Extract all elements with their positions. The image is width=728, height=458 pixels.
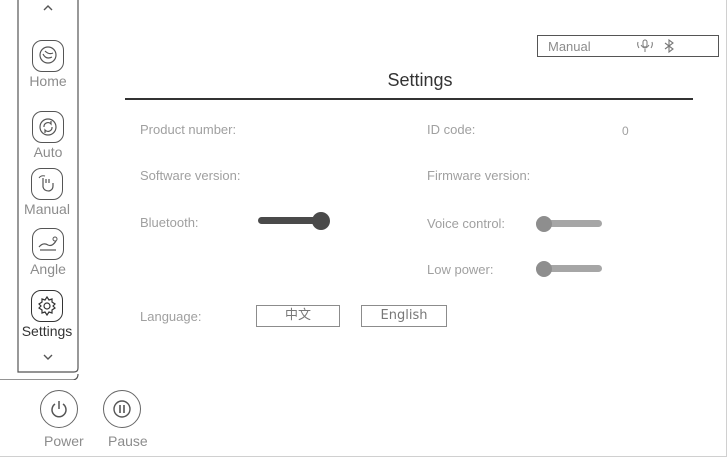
voice-control-label: Voice control: [427,216,506,231]
product-number-label: Product number: [140,122,237,137]
sidebar-item-label: Angle [30,261,66,277]
id-code-value: 0 [622,124,629,138]
angle-recline-icon [32,228,64,260]
auto-cycle-icon [32,111,64,143]
language-chinese-button[interactable]: 中文 [256,305,340,327]
voice-icon [636,39,654,58]
title-divider [125,98,693,100]
sidebar-item-angle[interactable]: Angle [18,228,78,277]
bluetooth-icon [662,38,676,58]
mode-indicator: Manual [548,39,591,54]
pause-icon [113,400,131,418]
chevron-down-icon [43,354,53,360]
pause-label: Pause [108,433,148,449]
sidebar-item-settings[interactable]: Settings [14,290,80,339]
bluetooth-toggle[interactable] [258,212,330,230]
power-icon [51,401,67,418]
page-title: Settings [387,70,453,90]
low-power-toggle[interactable] [536,261,604,278]
sidebar-item-auto[interactable]: Auto [18,111,78,160]
voice-control-toggle[interactable] [536,216,604,233]
language-label: Language: [140,309,202,324]
manual-hand-icon [31,168,63,200]
app-frame [0,0,727,457]
power-label: Power [44,433,84,449]
chevron-up-icon [43,5,53,11]
firmware-version-label: Firmware version: [427,168,531,183]
low-power-label: Low power: [427,262,494,277]
pause-button[interactable] [103,390,141,428]
sidebar-item-label: Settings [21,323,73,339]
home-hand-icon [32,40,64,72]
power-button[interactable] [40,390,78,428]
sidebar-item-manual[interactable]: Manual [14,168,80,217]
sidebar-scroll-down[interactable] [38,351,58,365]
gear-icon [31,290,63,322]
sidebar-item-label: Manual [24,201,70,217]
software-version-label: Software version: [140,168,241,183]
sidebar-scroll-up[interactable] [38,2,58,16]
language-english-button[interactable]: English [361,305,447,327]
status-bar: Manual [537,35,719,57]
sidebar-item-label: Auto [33,144,63,160]
id-code-label: ID code: [427,122,476,137]
bluetooth-label: Bluetooth: [140,215,199,230]
